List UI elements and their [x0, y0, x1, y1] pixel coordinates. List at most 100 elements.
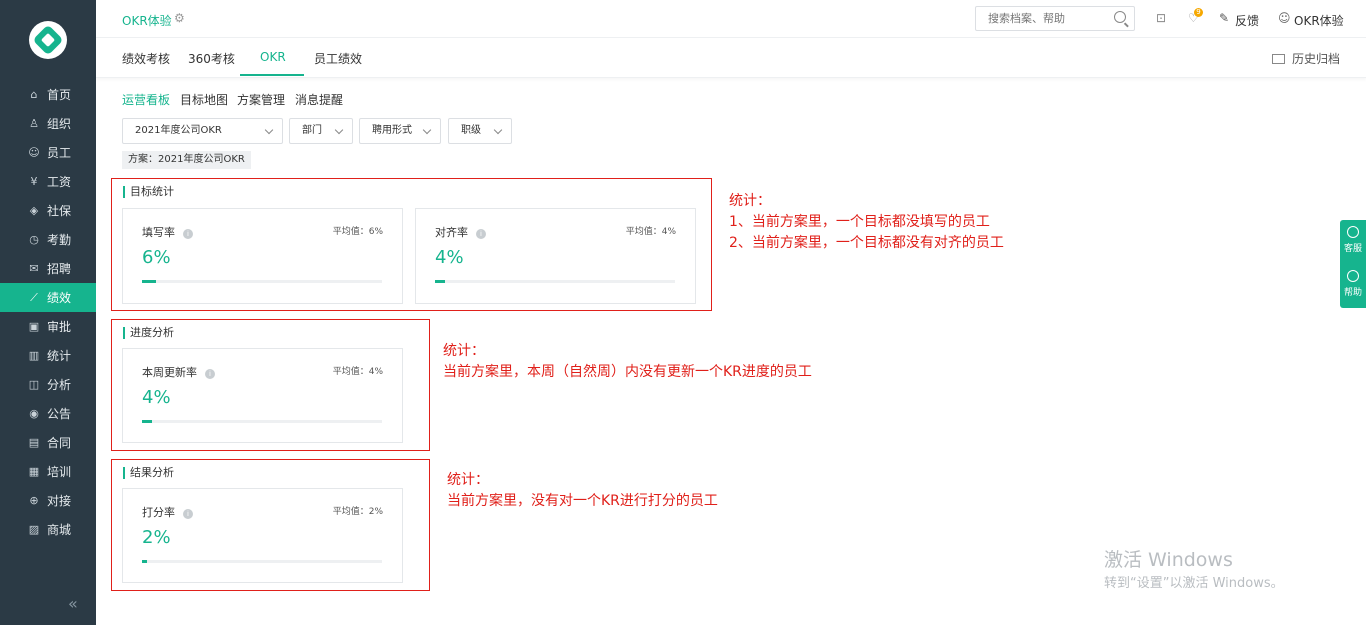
salary-icon: ¥: [30, 174, 38, 188]
top-header: OKR体验 ⚙ ⊡ ♡ 9 ✎ 反馈 ☺ OKR体验: [96, 0, 1366, 38]
info-icon[interactable]: i: [476, 229, 486, 239]
sidebar-item-label: 培训: [47, 465, 72, 479]
card-label: 对齐率 i: [435, 224, 486, 240]
sidebar-item-label: 绩效: [47, 291, 72, 305]
settings-icon[interactable]: ⚙: [174, 11, 185, 25]
sidebar-item[interactable]: ◉ 公告: [0, 399, 96, 428]
approval-icon: ▣: [28, 319, 40, 333]
user-icon[interactable]: ☺: [1278, 11, 1291, 25]
sidebar-item-label: 对接: [47, 494, 72, 508]
training-icon: ▦: [28, 464, 40, 478]
tab-performance-review[interactable]: 绩效考核: [122, 50, 170, 67]
sidebar-item[interactable]: ◷ 考勤: [0, 225, 96, 254]
sidebar-item[interactable]: ⟋ 绩效: [0, 283, 96, 312]
tab-okr[interactable]: OKR: [260, 50, 286, 64]
analysis-icon: ◫: [28, 377, 40, 391]
chevron-down-icon: [493, 125, 503, 135]
subtab-plan-management[interactable]: 方案管理: [237, 91, 285, 108]
sidebar-item[interactable]: ⊕ 对接: [0, 486, 96, 515]
sidebar-item-label: 商城: [47, 523, 72, 537]
weekly-update-rate-card: 本周更新率 i 平均值：4% 4%: [122, 348, 403, 443]
feedback-icon[interactable]: ✎: [1219, 11, 1229, 25]
annotation-line: 统计：: [443, 343, 485, 359]
recruit-icon: ✉: [29, 261, 39, 275]
annotation-line: 统计：: [447, 472, 489, 488]
info-icon[interactable]: i: [183, 229, 193, 239]
card-label: 填写率 i: [142, 224, 193, 240]
card-average: 平均值：4%: [332, 367, 383, 377]
customer-service-label: 客服: [1343, 244, 1362, 254]
sidebar-item[interactable]: ▣ 审批: [0, 312, 96, 341]
result-analysis-section: 结果分析 打分率 i 平均值：2% 2%: [111, 459, 430, 591]
progress-fill: [142, 560, 147, 563]
sidebar-item-label: 员工: [47, 146, 72, 160]
sidebar-item-label: 考勤: [47, 233, 72, 247]
chevron-down-icon: [334, 125, 344, 135]
employment-type-select[interactable]: 聘用形式: [359, 118, 441, 144]
app-logo[interactable]: [29, 21, 67, 59]
attendance-icon: ◷: [29, 232, 39, 246]
fill-rate-card: 填写率 i 平均值：6% 6%: [122, 208, 403, 304]
activation-watermark-hint: 转到“设置”以激活 Windows。: [1104, 576, 1284, 591]
card-label: 打分率 i: [142, 504, 193, 520]
sidebar-item[interactable]: ▤ 合同: [0, 428, 96, 457]
sidebar-item[interactable]: ▨ 商城: [0, 515, 96, 544]
subtab-goal-map[interactable]: 目标地图: [180, 91, 228, 108]
folder-icon: [1271, 54, 1285, 64]
search-box[interactable]: [975, 6, 1135, 31]
info-icon[interactable]: i: [205, 369, 215, 379]
department-select[interactable]: 部门: [289, 118, 353, 144]
sidebar-item[interactable]: ◫ 分析: [0, 370, 96, 399]
sidebar-item[interactable]: ⌂ 首页: [0, 80, 96, 109]
headset-icon: [1347, 226, 1359, 238]
sidebar-nav: ⌂ 首页 ♙ 组织 ☺ 员工 ¥ 工资 ◈ 社保 ◷ 考勤 ✉ 招聘 ⟋ 绩效 ▣ 审批 ▥ 统计 ◫ 分析 ◉ 公告 ▤ 合同 ▦…: [0, 80, 96, 544]
department-select-value: 部门: [302, 125, 322, 136]
search-input[interactable]: [976, 7, 1101, 30]
tab-360-review[interactable]: 360考核: [188, 50, 235, 67]
rank-select[interactable]: 职级: [448, 118, 512, 144]
plan-tag: 方案：2021年度公司OKR: [122, 151, 251, 169]
sidebar-item-label: 审批: [47, 320, 72, 334]
customer-service-button[interactable]: 客服: [1340, 220, 1366, 264]
progress-fill: [142, 280, 157, 283]
sidebar-item-label: 组织: [47, 117, 72, 131]
mall-icon: ▨: [28, 522, 40, 536]
plan-select-value: 2021年度公司OKR: [135, 125, 222, 136]
goal-annotation: 统计： 1、当前方案里，一个目标都没填写的员工 2、当前方案里，一个目标都没有对…: [729, 191, 1004, 254]
alignment-rate-card: 对齐率 i 平均值：4% 4%: [415, 208, 696, 304]
progress-track: [435, 280, 675, 283]
subtab-operations-board[interactable]: 运营看板: [122, 91, 170, 108]
result-annotation: 统计： 当前方案里，没有对一个KR进行打分的员工: [447, 470, 718, 512]
progress-track: [142, 420, 382, 423]
search-icon[interactable]: [1114, 11, 1126, 23]
help-button[interactable]: 帮助: [1340, 264, 1366, 308]
collapse-sidebar-icon[interactable]: «: [68, 594, 78, 613]
integration-icon: ⊕: [29, 493, 39, 507]
sidebar-item[interactable]: ▦ 培训: [0, 457, 96, 486]
main-tabs: 绩效考核 360考核 OKR 员工绩效 历史归档: [96, 38, 1366, 78]
sidebar-item[interactable]: ¥ 工资: [0, 167, 96, 196]
user-name[interactable]: OKR体验: [1294, 12, 1344, 29]
card-label-text: 对齐率: [435, 226, 468, 239]
sidebar-item[interactable]: ♙ 组织: [0, 109, 96, 138]
subtab-message-reminder[interactable]: 消息提醒: [295, 91, 343, 108]
sidebar-item[interactable]: ☺ 员工: [0, 138, 96, 167]
sidebar-item-label: 合同: [47, 436, 72, 450]
card-average: 平均值：4%: [625, 227, 676, 237]
sidebar-item[interactable]: ▥ 统计: [0, 341, 96, 370]
info-icon[interactable]: i: [183, 509, 193, 519]
active-tab-indicator: [240, 74, 304, 76]
app-title[interactable]: OKR体验: [122, 12, 172, 29]
sidebar-item[interactable]: ✉ 招聘: [0, 254, 96, 283]
progress-analysis-section: 进度分析 本周更新率 i 平均值：4% 4%: [111, 319, 430, 451]
section-title: 结果分析: [123, 467, 174, 479]
contract-icon: ▤: [28, 435, 40, 449]
history-archive-link[interactable]: 历史归档: [1271, 50, 1340, 67]
card-label-text: 填写率: [142, 226, 175, 239]
bookmark-icon[interactable]: ⊡: [1156, 11, 1166, 25]
feedback-link[interactable]: 反馈: [1235, 12, 1259, 29]
chevron-down-icon: [264, 125, 274, 135]
sidebar-item[interactable]: ◈ 社保: [0, 196, 96, 225]
plan-select[interactable]: 2021年度公司OKR: [122, 118, 283, 144]
tab-employee-performance[interactable]: 员工绩效: [314, 50, 362, 67]
